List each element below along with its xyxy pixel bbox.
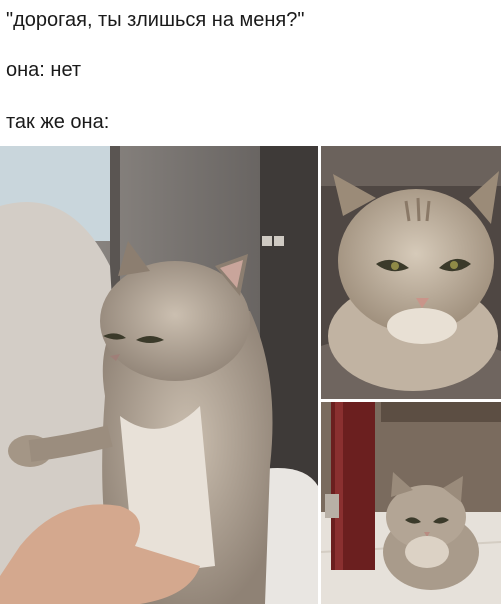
photo-angry-cat-closeup	[321, 146, 501, 399]
photo-grumpy-cat-held	[0, 146, 318, 604]
angry-cat-closeup-icon	[321, 146, 501, 399]
caption-meanwhile: так же она:	[6, 111, 110, 133]
caption-answer: она: нет	[6, 59, 82, 81]
photo-cat-under-table	[321, 402, 501, 604]
grumpy-cat-held-icon	[0, 146, 318, 604]
cat-under-table-icon	[321, 402, 501, 604]
caption-question: "дорогая, ты злишься на меня?"	[6, 9, 305, 31]
